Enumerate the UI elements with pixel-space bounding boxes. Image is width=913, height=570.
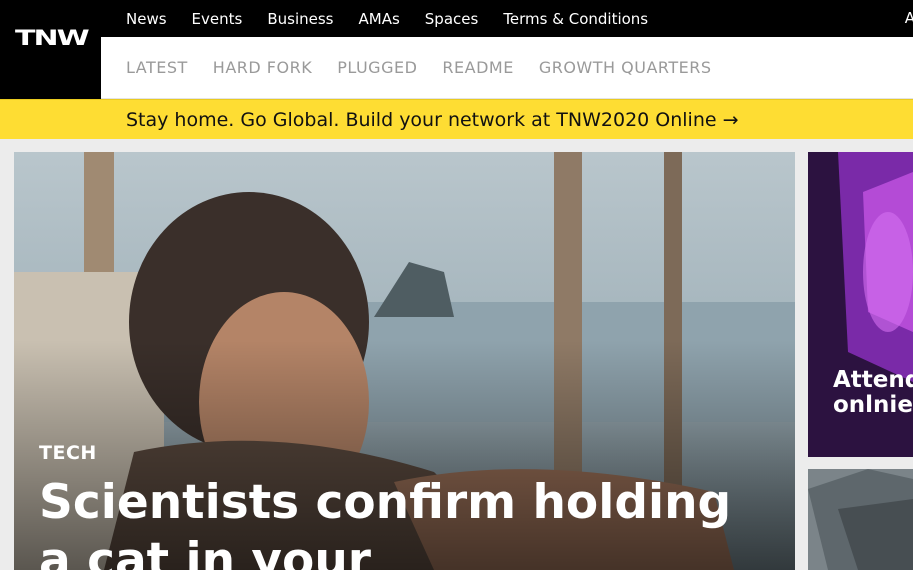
side-article-title[interactable]: Attend our annual onlnie <box>833 368 913 418</box>
top-nav-overflow-item[interactable]: A <box>905 9 913 27</box>
top-bar: News Events Business AMAs Spaces Terms &… <box>0 0 913 37</box>
section-hard-fork[interactable]: HARD FORK <box>213 58 312 77</box>
hero-category[interactable]: TECH <box>39 442 97 464</box>
side-article-card-2[interactable] <box>808 469 913 570</box>
side-article-image-2 <box>808 469 913 570</box>
tnw-logo[interactable]: TNW <box>0 0 101 99</box>
section-readme[interactable]: README <box>442 58 513 77</box>
top-nav-amas[interactable]: AMAs <box>359 10 400 28</box>
top-nav-business[interactable]: Business <box>267 10 333 28</box>
top-nav-spaces[interactable]: Spaces <box>425 10 479 28</box>
top-nav: News Events Business AMAs Spaces Terms &… <box>126 0 673 37</box>
promo-text[interactable]: Stay home. Go Global. Build your network… <box>126 109 739 131</box>
hero-article-card[interactable]: TECH Scientists confirm holding a cat in… <box>14 152 795 570</box>
hero-headline[interactable]: Scientists confirm holding a cat in your <box>39 474 779 570</box>
side-article-card[interactable]: Attend our annual onlnie <box>808 152 913 457</box>
top-nav-terms[interactable]: Terms & Conditions <box>503 10 648 28</box>
top-nav-events[interactable]: Events <box>192 10 243 28</box>
section-nav: LATEST HARD FORK PLUGGED README GROWTH Q… <box>101 37 913 99</box>
top-nav-news[interactable]: News <box>126 10 167 28</box>
section-plugged[interactable]: PLUGGED <box>337 58 417 77</box>
logo-text: TNW <box>15 26 90 51</box>
section-growth-quarters[interactable]: GROWTH QUARTERS <box>539 58 712 77</box>
promo-banner[interactable]: Stay home. Go Global. Build your network… <box>0 99 913 139</box>
section-latest[interactable]: LATEST <box>126 58 188 77</box>
